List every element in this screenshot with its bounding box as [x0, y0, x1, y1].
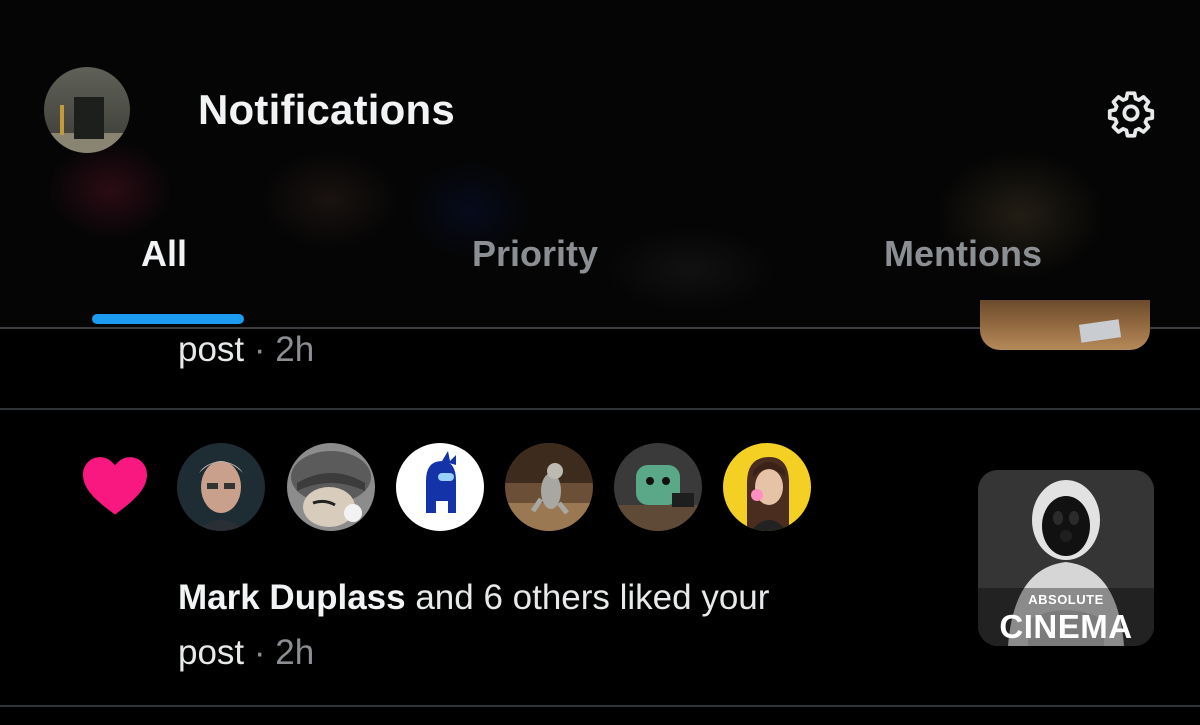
notification-action: and 6 others liked your: [405, 578, 770, 617]
notification-time: 2h: [275, 633, 315, 672]
post-thumbnail[interactable]: ABSOLUTE CINEMA: [978, 470, 1154, 646]
gear-icon[interactable]: [1106, 88, 1156, 138]
thumbnail-caption-small: ABSOLUTE: [1028, 592, 1104, 607]
notification-object: post: [178, 633, 245, 672]
previous-notification-object: post: [178, 330, 245, 369]
liker-avatar-5[interactable]: [614, 443, 702, 531]
tab-mentions[interactable]: Mentions: [884, 233, 1042, 275]
profile-avatar[interactable]: [44, 67, 130, 153]
liker-avatar-4[interactable]: [505, 443, 593, 531]
thumbnail-caption-big: CINEMA: [999, 608, 1133, 645]
notification-text[interactable]: Mark Duplass and 6 others liked your pos…: [178, 570, 938, 680]
tab-priority[interactable]: Priority: [472, 233, 598, 275]
previous-notification-time: 2h: [275, 330, 315, 369]
actor-name[interactable]: Mark Duplass: [178, 578, 406, 617]
separator-dot: ·: [253, 633, 266, 672]
liker-avatar-2[interactable]: [287, 443, 375, 531]
liker-avatar-1[interactable]: [177, 443, 265, 531]
header: Notifications All Priority Mentions: [0, 0, 1200, 328]
liker-avatar-3[interactable]: [396, 443, 484, 531]
active-tab-indicator: [92, 314, 244, 324]
tab-all[interactable]: All: [141, 233, 187, 275]
previous-notification-text[interactable]: post · 2h: [178, 330, 314, 370]
row-divider: [0, 408, 1200, 410]
row-divider: [0, 705, 1200, 707]
heart-icon: [80, 453, 150, 517]
previous-post-thumbnail[interactable]: [980, 300, 1150, 350]
separator-dot: ·: [253, 330, 266, 369]
liker-avatar-6[interactable]: [723, 443, 811, 531]
notifications-screen: Notifications All Priority Mentions post…: [0, 0, 1200, 725]
page-title: Notifications: [198, 86, 455, 133]
